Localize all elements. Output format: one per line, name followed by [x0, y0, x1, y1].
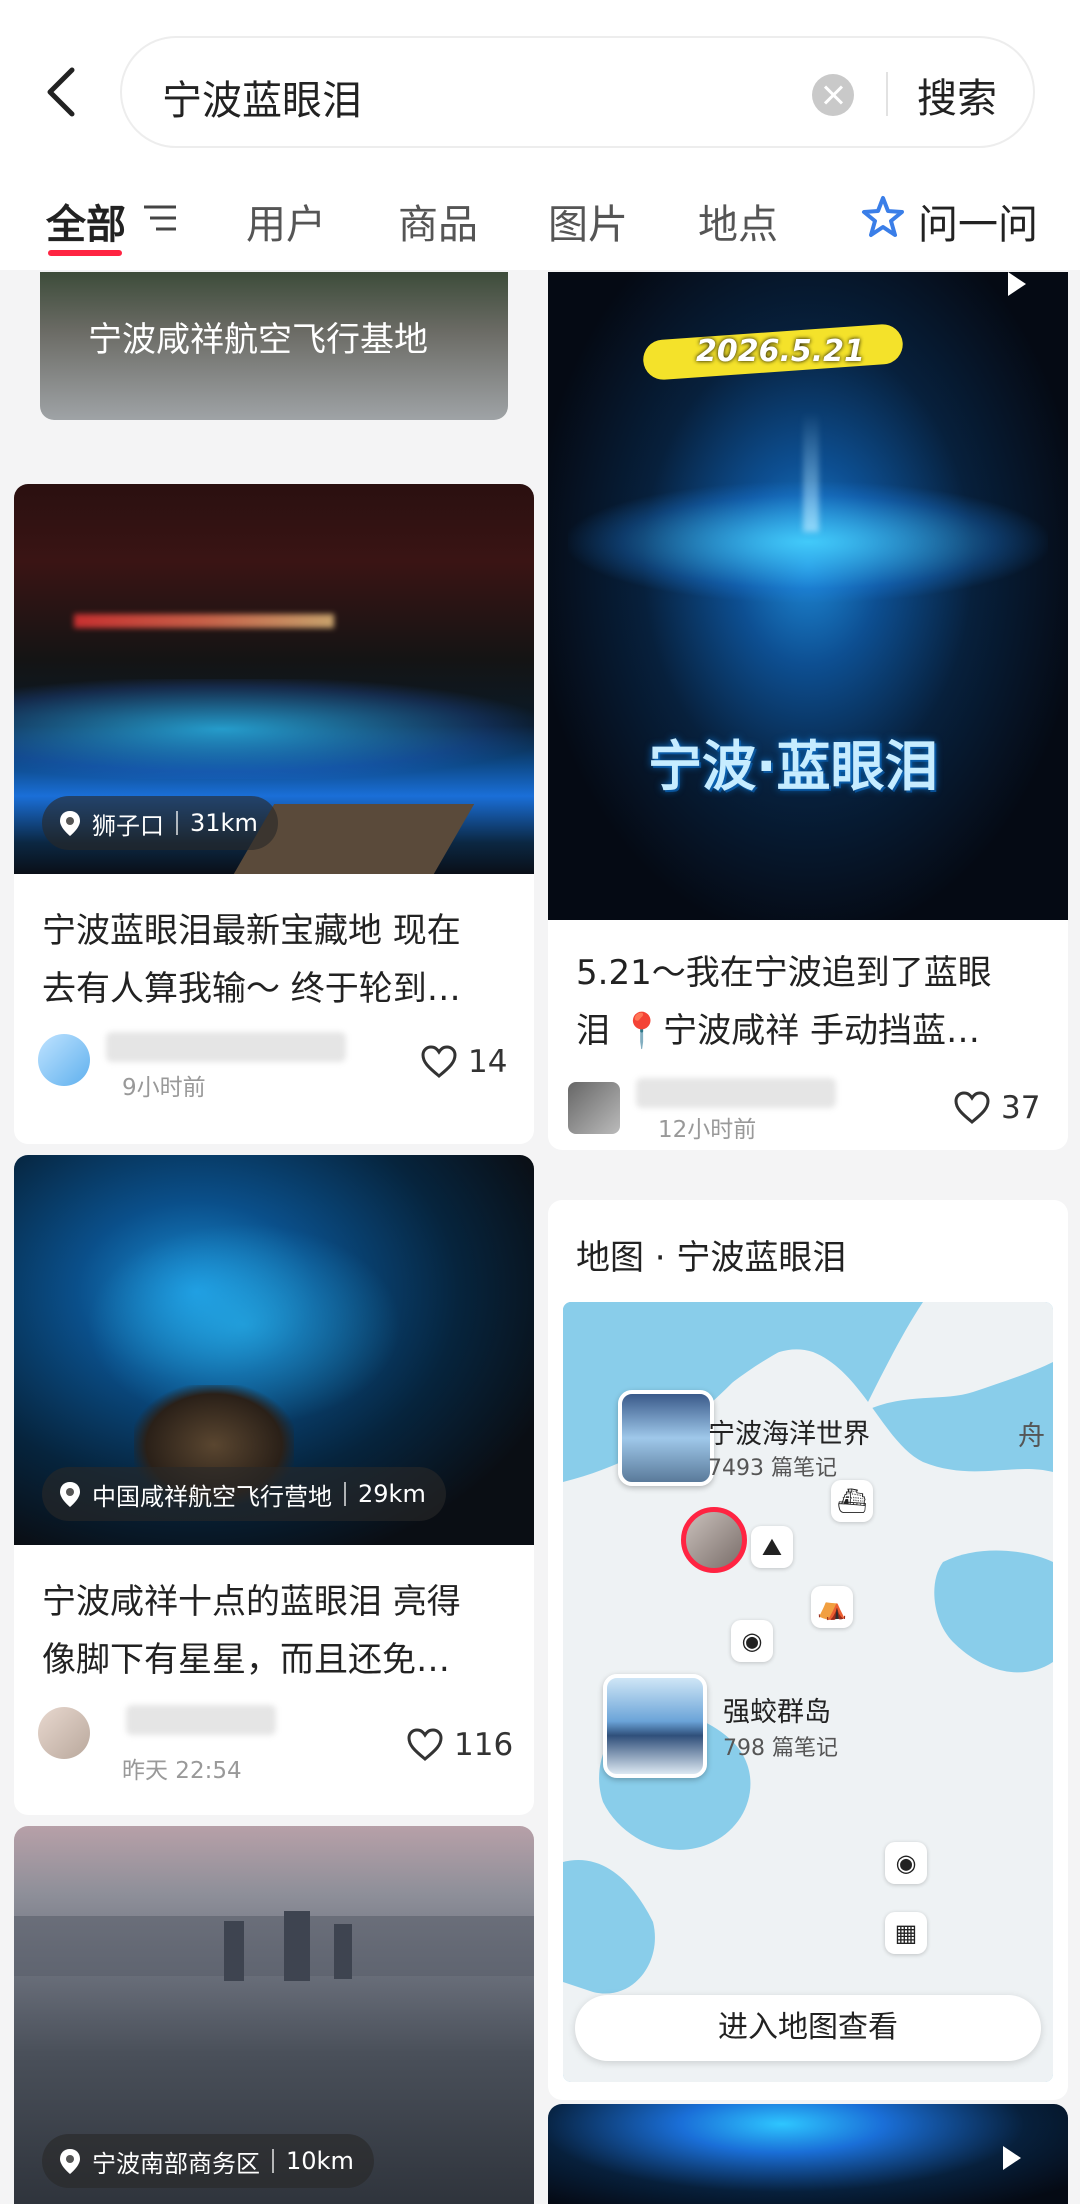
play-icon[interactable]: [1004, 272, 1030, 296]
partial-image-card[interactable]: 宁波咸祥航空飞行基地: [40, 272, 508, 420]
post-time: 昨天 22:54: [122, 1758, 242, 1784]
map-card-title: 地图 · 宁波蓝眼泪: [576, 1238, 847, 1278]
location-pin-icon: [60, 2149, 80, 2174]
map-edge-label: 舟: [1018, 1421, 1045, 1452]
building-icon[interactable]: ▦: [885, 1912, 927, 1954]
like-count: 116: [454, 1727, 514, 1763]
post-title-line1: 宁波咸祥十点的蓝眼泪 亮得: [42, 1582, 461, 1622]
search-box[interactable]: 宁波蓝眼泪 搜索: [120, 36, 1035, 148]
search-input[interactable]: 宁波蓝眼泪: [162, 68, 362, 126]
post-title-line1: 宁波蓝眼泪最新宝藏地 现在: [42, 911, 461, 951]
author-name[interactable]: [126, 1705, 276, 1735]
post-title-line1: 5.21～我在宁波追到了蓝眼: [576, 953, 992, 993]
post-card-1[interactable]: 狮子口 31km 宁波蓝眼泪最新宝藏地 现在 去有人算我输～ 终于轮到… 9小时…: [14, 484, 534, 1144]
place-name[interactable]: 宁波海洋世界: [708, 1412, 870, 1451]
like-button[interactable]: 14: [420, 1044, 507, 1080]
search-divider: [886, 72, 888, 116]
location-distance: 29km: [358, 1480, 426, 1508]
tent-icon[interactable]: ⛺: [811, 1586, 853, 1628]
post-title-line2: 像脚下有星星，而且还免…: [42, 1640, 450, 1680]
play-icon[interactable]: [1000, 2146, 1024, 2170]
tab-all[interactable]: 全部: [46, 192, 126, 250]
ask-button[interactable]: 问一问: [918, 192, 1038, 250]
post-card-2[interactable]: 中国咸祥航空飞行营地 29km 宁波咸祥十点的蓝眼泪 亮得 像脚下有星星，而且还…: [14, 1155, 534, 1815]
post-title-line2: 去有人算我输～ 终于轮到…: [42, 969, 461, 1009]
tab-places[interactable]: 地点: [698, 192, 778, 250]
location-chip: 宁波南部商务区 10km: [42, 2134, 374, 2188]
location-distance: 10km: [286, 2147, 354, 2175]
place-thumbnail[interactable]: [618, 1390, 714, 1486]
tab-users[interactable]: 用户: [246, 192, 326, 250]
filter-icon[interactable]: [142, 203, 178, 233]
post-video-thumbnail: [548, 2104, 1068, 2204]
ask-star-icon[interactable]: [860, 194, 906, 240]
post-title-line2: 泪 📍宁波咸祥 手动挡蓝…: [576, 1011, 980, 1051]
like-count: 37: [1001, 1090, 1041, 1126]
location-chip: 狮子口 31km: [42, 796, 278, 850]
location-name: 宁波南部商务区: [92, 2149, 260, 2178]
like-button[interactable]: 37: [953, 1090, 1040, 1126]
post-time: 9小时前: [122, 1075, 206, 1101]
video-post-card-2[interactable]: [548, 2104, 1068, 2204]
avatar[interactable]: [38, 1034, 90, 1086]
place-notes: 7493 篇笔记: [708, 1456, 837, 1481]
location-name: 狮子口: [92, 811, 164, 840]
card-caption: 宁波咸祥航空飞行基地: [88, 320, 428, 360]
post-video-thumbnail: 2026.5.21 宁波·蓝眼泪: [548, 272, 1068, 920]
current-location-marker[interactable]: [681, 1507, 747, 1573]
tab-products[interactable]: 商品: [398, 192, 478, 250]
location-distance: 31km: [190, 809, 258, 837]
place-notes: 798 篇笔记: [723, 1736, 838, 1761]
like-button[interactable]: 116: [406, 1727, 513, 1763]
map-view[interactable]: 宁波海洋世界 7493 篇笔记 舟 强蛟群岛 798 篇笔记 ⛰ ⛴ ⛺ ◉ ◉…: [563, 1302, 1053, 2082]
author-name[interactable]: [636, 1078, 836, 1108]
camera-icon[interactable]: ◉: [885, 1842, 927, 1884]
like-count: 14: [468, 1044, 508, 1080]
post-time: 12小时前: [658, 1117, 757, 1143]
open-map-button[interactable]: 进入地图查看: [575, 1995, 1041, 2061]
search-button[interactable]: 搜索: [917, 66, 997, 124]
back-arrow-icon[interactable]: [38, 62, 88, 122]
author-name[interactable]: [106, 1032, 346, 1062]
heart-icon: [421, 1045, 457, 1078]
heart-icon: [954, 1091, 990, 1124]
avatar[interactable]: [568, 1082, 620, 1134]
mountain-icon[interactable]: ⛰: [751, 1526, 793, 1568]
ship-icon[interactable]: ⛴: [831, 1480, 873, 1522]
location-chip: 中国咸祥航空飞行营地 29km: [42, 1467, 446, 1521]
heart-icon: [407, 1728, 443, 1761]
location-pin-icon: [60, 1482, 80, 1507]
video-overlay-title: 宁波·蓝眼泪: [648, 735, 939, 798]
location-pin-icon: [60, 811, 80, 836]
avatar[interactable]: [38, 1707, 90, 1759]
video-post-card[interactable]: 2026.5.21 宁波·蓝眼泪 5.21～我在宁波追到了蓝眼 泪 📍宁波咸祥 …: [548, 272, 1068, 1150]
location-name: 中国咸祥航空飞行营地: [92, 1482, 332, 1511]
place-thumbnail[interactable]: [603, 1674, 707, 1778]
video-overlay-date: 2026.5.21: [696, 334, 865, 369]
camera-icon[interactable]: ◉: [731, 1620, 773, 1662]
clear-icon[interactable]: [812, 74, 854, 116]
place-name[interactable]: 强蛟群岛: [723, 1690, 831, 1729]
post-card-3[interactable]: 宁波南部商务区 10km: [14, 1826, 534, 2204]
active-tab-indicator: [48, 250, 122, 256]
tab-images[interactable]: 图片: [548, 192, 628, 250]
